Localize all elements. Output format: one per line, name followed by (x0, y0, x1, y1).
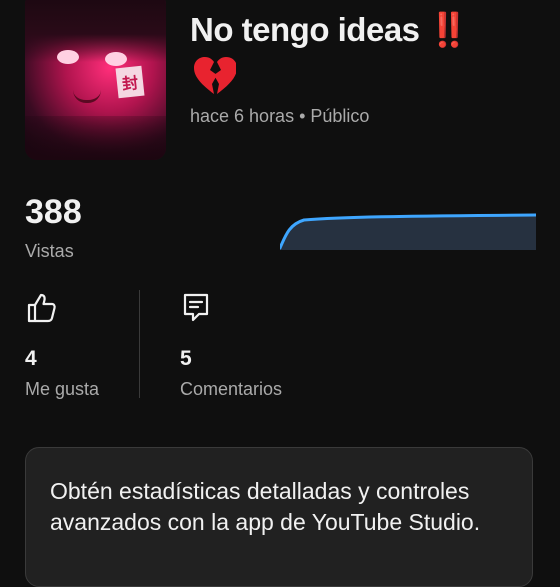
views-label: Vistas (25, 241, 74, 261)
studio-promo-text: Obtén estadísticas detalladas y controle… (50, 478, 481, 535)
thumbs-up-icon (27, 293, 56, 323)
thumbnail-seal: 封 (115, 65, 145, 99)
thumbnail-eye-right (105, 52, 127, 66)
stats-divider (139, 290, 140, 398)
thumbnail-shoulder (25, 116, 166, 160)
thumbnail-hair (25, 0, 166, 62)
thumbnail-eye-left (57, 50, 79, 64)
likes-stat[interactable]: 4 Me gusta (25, 292, 99, 400)
broken-heart-emoji (194, 57, 236, 94)
double-exclamation-emoji: ‼️ (428, 11, 469, 48)
video-title-text: No tengo ideas (190, 11, 420, 48)
video-thumbnail[interactable]: 封 (25, 0, 166, 160)
comments-count: 5 (180, 347, 192, 370)
comment-icon (183, 293, 209, 322)
thumbnail-mouth (73, 90, 101, 103)
comments-stat[interactable]: 5 Comentarios (180, 292, 282, 400)
studio-promo-card[interactable]: Obtén estadísticas detalladas y controle… (25, 447, 533, 587)
video-meta: hace 6 horas • Público (190, 106, 370, 126)
video-title: No tengo ideas ‼️ (190, 8, 540, 52)
comments-label: Comentarios (180, 379, 283, 399)
views-count: 388 (25, 193, 82, 231)
views-sparkline (280, 213, 536, 250)
likes-label: Me gusta (25, 379, 100, 399)
likes-count: 4 (25, 347, 37, 370)
